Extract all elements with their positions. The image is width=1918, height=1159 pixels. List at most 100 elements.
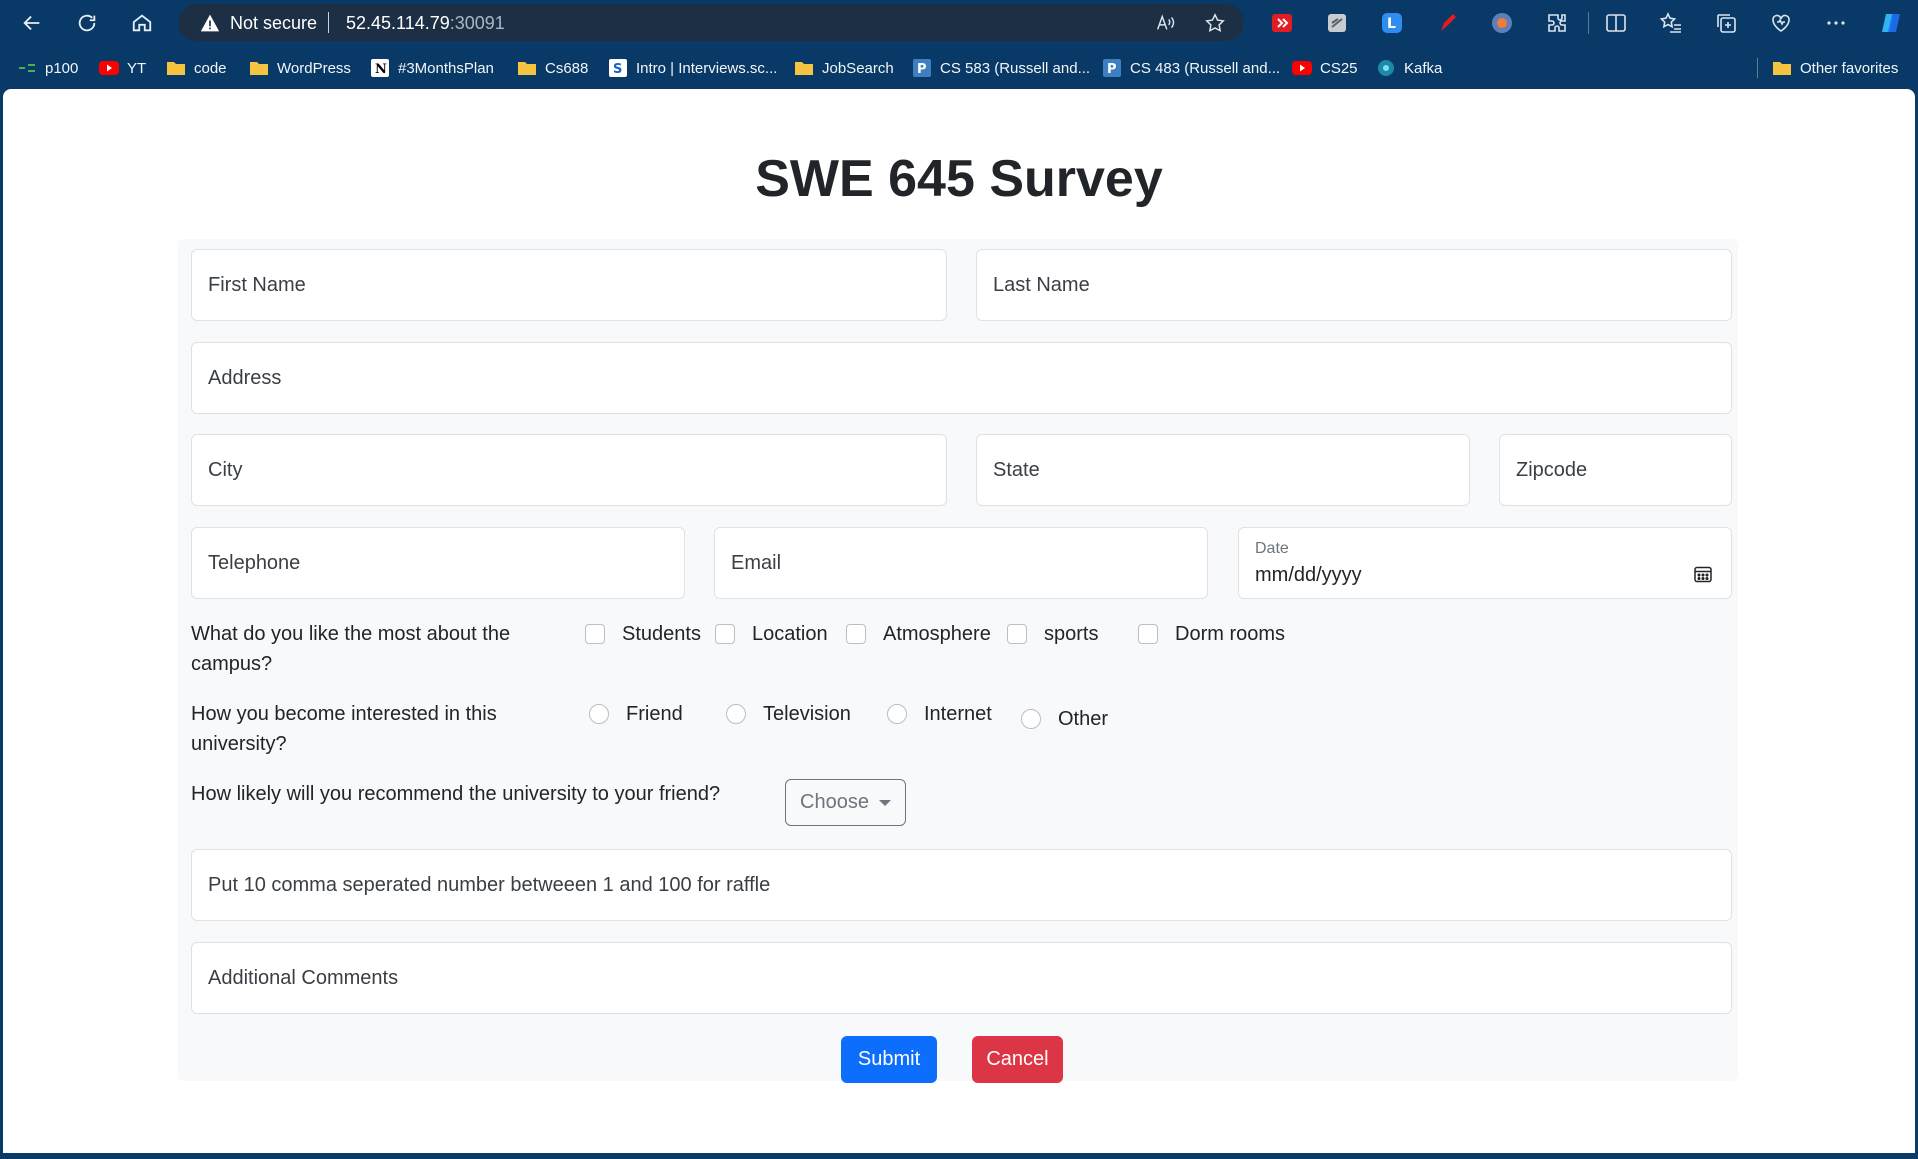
calendar-icon[interactable] xyxy=(1693,564,1713,584)
checkbox-box[interactable] xyxy=(1007,624,1027,644)
comments-field[interactable]: Additional Comments xyxy=(191,942,1732,1014)
browser-essentials-icon[interactable] xyxy=(1766,8,1796,38)
radio-circle[interactable] xyxy=(887,704,907,724)
bookmark-cs483[interactable]: P CS 483 (Russell and... xyxy=(1102,57,1280,79)
more-menu-icon[interactable] xyxy=(1821,8,1851,38)
bookmark-label: Intro | Interviews.sc... xyxy=(636,59,778,77)
radio-circle[interactable] xyxy=(1021,709,1041,729)
bookmark-p100[interactable]: p100 xyxy=(17,57,78,79)
raffle-placeholder: Put 10 comma seperated number betweeen 1… xyxy=(208,874,771,896)
bookmark-interviews[interactable]: S Intro | Interviews.sc... xyxy=(608,57,777,79)
radio-circle[interactable] xyxy=(726,704,746,724)
raffle-field[interactable]: Put 10 comma seperated number betweeen 1… xyxy=(191,849,1732,921)
svg-text:S: S xyxy=(613,62,622,77)
url-text[interactable]: 52.45.114.79:30091 xyxy=(346,13,505,34)
address-separator xyxy=(328,12,329,33)
zipcode-field[interactable]: Zipcode xyxy=(1499,434,1732,506)
interest-other-radio[interactable]: Other xyxy=(1021,704,1108,734)
folder-icon xyxy=(166,59,186,77)
folder-icon xyxy=(794,59,814,77)
recommend-question: How likely will you recommend the univer… xyxy=(191,783,721,805)
state-field[interactable]: State xyxy=(976,434,1470,506)
not-secure-label[interactable]: Not secure xyxy=(230,13,317,34)
interest-television-radio[interactable]: Television xyxy=(726,699,851,729)
extension-notes-icon[interactable] xyxy=(1322,8,1352,38)
survey-form: First Name Last Name Address City State … xyxy=(178,239,1738,1083)
youtube-icon xyxy=(1292,59,1312,77)
date-field[interactable]: Date mm/dd/yyyy xyxy=(1238,527,1732,599)
like-atmosphere-checkbox[interactable]: Atmosphere xyxy=(846,619,991,649)
bookmark-cs25[interactable]: CS25 xyxy=(1292,57,1358,79)
bookmark-other-favorites[interactable]: Other favorites xyxy=(1772,57,1898,79)
extension-lastpass-icon[interactable]: L xyxy=(1377,8,1407,38)
option-label: Other xyxy=(1058,707,1109,730)
dropdown-label: Choose xyxy=(800,791,869,813)
back-arrow-icon[interactable] xyxy=(15,6,49,40)
bookmark-cs688[interactable]: Cs688 xyxy=(517,57,588,79)
read-aloud-icon[interactable] xyxy=(1152,10,1178,36)
checkbox-box[interactable] xyxy=(715,624,735,644)
extensions-puzzle-icon[interactable] xyxy=(1542,8,1572,38)
kafka-icon xyxy=(1376,59,1396,77)
extension-highlighter-icon[interactable] xyxy=(1432,8,1462,38)
bookmark-3monthsplan[interactable]: N #3MonthsPlan xyxy=(370,57,494,79)
bookmark-label: Other favorites xyxy=(1800,59,1899,77)
like-students-checkbox[interactable]: Students xyxy=(585,619,701,649)
recommend-dropdown[interactable]: Choose xyxy=(785,779,906,826)
svg-text:P: P xyxy=(1107,62,1117,77)
refresh-icon[interactable] xyxy=(70,6,104,40)
checkbox-box[interactable] xyxy=(1138,624,1158,644)
notion-icon: N xyxy=(370,59,390,77)
bookmark-yt[interactable]: YT xyxy=(99,57,146,79)
extension-video-icon[interactable] xyxy=(1267,8,1297,38)
state-placeholder: State xyxy=(993,459,1040,481)
checkbox-box[interactable] xyxy=(846,624,866,644)
telephone-placeholder: Telephone xyxy=(208,552,301,574)
copilot-icon[interactable] xyxy=(1876,8,1906,38)
piazza-icon: P xyxy=(912,59,932,77)
last-name-placeholder: Last Name xyxy=(993,274,1090,296)
url-port: :30091 xyxy=(449,13,505,33)
url-host: 52.45.114.79 xyxy=(346,13,450,33)
like-location-checkbox[interactable]: Location xyxy=(715,619,828,649)
city-field[interactable]: City xyxy=(191,434,947,506)
last-name-field[interactable]: Last Name xyxy=(976,249,1732,321)
email-field[interactable]: Email xyxy=(714,527,1208,599)
bookmark-label: JobSearch xyxy=(822,59,894,77)
interest-friend-radio[interactable]: Friend xyxy=(589,699,683,729)
bookmark-jobsearch[interactable]: JobSearch xyxy=(794,57,894,79)
date-label: Date xyxy=(1255,540,1289,557)
page-content: SWE 645 Survey First Name Last Name Addr… xyxy=(3,89,1915,1153)
address-bar[interactable]: Not secure 52.45.114.79:30091 xyxy=(178,4,1244,41)
first-name-field[interactable]: First Name xyxy=(191,249,947,321)
extension-shield-icon[interactable] xyxy=(1487,8,1517,38)
home-icon[interactable] xyxy=(125,6,159,40)
city-placeholder: City xyxy=(208,459,243,481)
checkbox-box[interactable] xyxy=(585,624,605,644)
bookmark-code[interactable]: code xyxy=(166,57,227,79)
collections-icon[interactable] xyxy=(1711,8,1741,38)
address-placeholder: Address xyxy=(208,367,282,389)
bookmark-label: Cs688 xyxy=(545,59,589,77)
split-screen-icon[interactable] xyxy=(1601,8,1631,38)
bookmark-cs583[interactable]: P CS 583 (Russell and... xyxy=(912,57,1090,79)
question-line: What do you like the most about the xyxy=(191,623,511,645)
like-sports-checkbox[interactable]: sports xyxy=(1007,619,1098,649)
interest-question: How you become interested in this univer… xyxy=(191,699,571,759)
radio-circle[interactable] xyxy=(589,704,609,724)
telephone-field[interactable]: Telephone xyxy=(191,527,685,599)
campus-like-question: What do you like the most about the camp… xyxy=(191,619,571,679)
bookmark-label: WordPress xyxy=(277,59,351,77)
bookmark-kafka[interactable]: Kafka xyxy=(1376,57,1442,79)
folder-icon xyxy=(1772,59,1792,77)
bookmark-label: CS25 xyxy=(1320,59,1358,77)
bookmark-wordpress[interactable]: WordPress xyxy=(249,57,351,79)
submit-button[interactable]: Submit xyxy=(841,1036,937,1083)
leetcode-icon xyxy=(17,59,37,77)
favorites-list-icon[interactable] xyxy=(1656,8,1686,38)
address-field[interactable]: Address xyxy=(191,342,1732,414)
interest-internet-radio[interactable]: Internet xyxy=(887,699,992,729)
favorite-star-icon[interactable] xyxy=(1202,10,1228,36)
like-dorm-rooms-checkbox[interactable]: Dorm rooms xyxy=(1138,619,1285,649)
cancel-button[interactable]: Cancel xyxy=(972,1036,1063,1083)
